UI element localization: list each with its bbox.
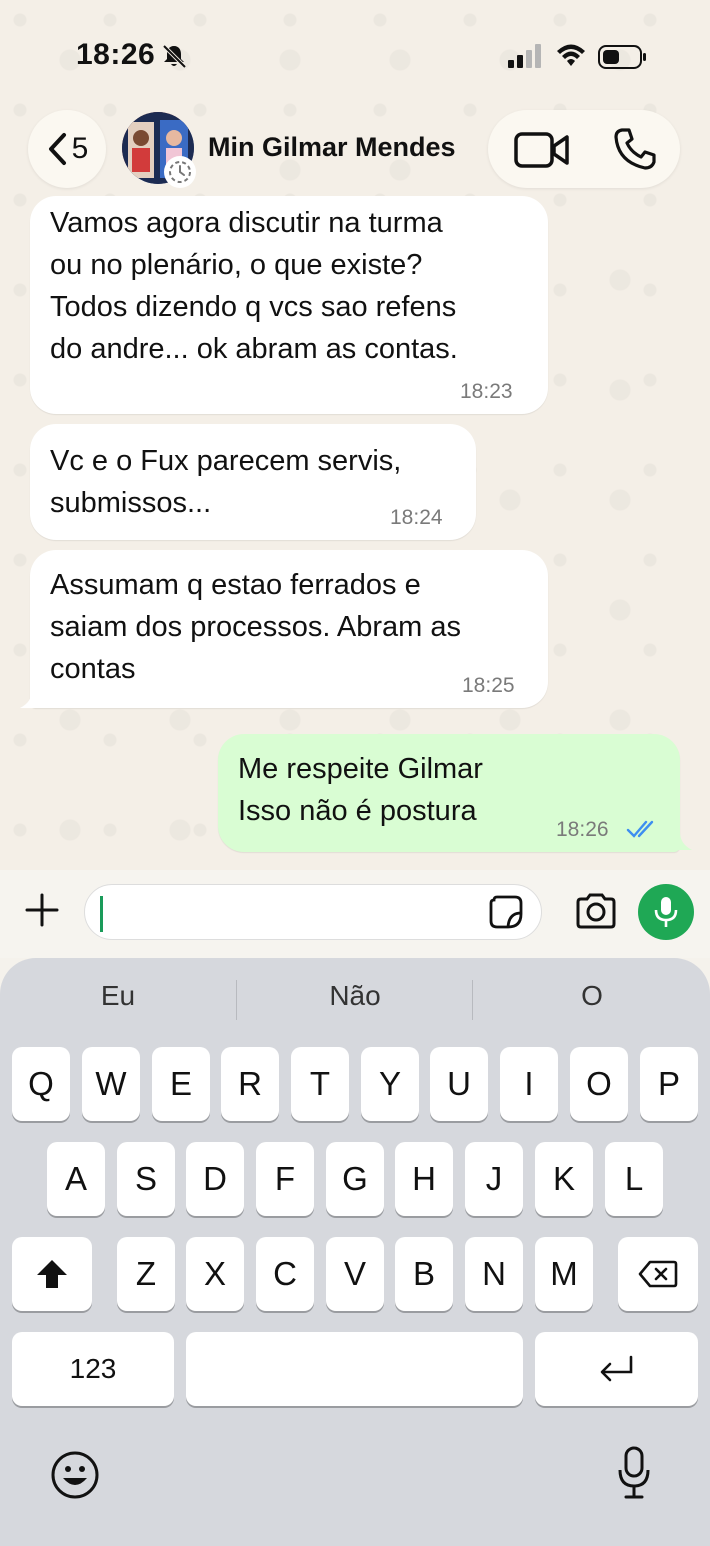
key-v[interactable]: V (326, 1237, 384, 1311)
read-receipt-icon (626, 820, 654, 838)
key-h[interactable]: H (395, 1142, 453, 1216)
message-text: Vamos agora discutir na turma ou no plen… (50, 207, 458, 365)
message-bubble-incoming[interactable]: Vamos agora discutir na turma ou no plen… (30, 196, 548, 414)
status-badge (164, 156, 196, 188)
key-s[interactable]: S (117, 1142, 175, 1216)
key-e[interactable]: E (152, 1047, 210, 1121)
back-button[interactable]: 5 (28, 110, 106, 188)
suggestion-2[interactable]: Não (255, 980, 455, 1012)
text-caret (100, 896, 103, 932)
message-text: Me respeite Gilmar Isso não é postura (238, 753, 483, 827)
key-k[interactable]: K (535, 1142, 593, 1216)
suggestion-1[interactable]: Eu (18, 980, 218, 1012)
contact-name[interactable]: Min Gilmar Mendes (208, 132, 456, 163)
return-key[interactable] (535, 1332, 698, 1406)
key-j[interactable]: J (465, 1142, 523, 1216)
message-text: Assumam q estao ferrados e saiam dos pro… (50, 569, 462, 685)
message-text: Vc e o Fux parecem servis, submissos... (50, 445, 402, 519)
key-f[interactable]: F (256, 1142, 314, 1216)
return-arrow-icon (600, 1355, 632, 1382)
status-bar: 18:26 (0, 0, 710, 110)
message-bubble-outgoing[interactable]: Me respeite Gilmar Isso não é postura 18… (218, 734, 680, 852)
key-z[interactable]: Z (117, 1237, 175, 1311)
message-time: 18:23 (460, 380, 513, 403)
battery-icon (598, 45, 646, 69)
bubble-tail (20, 690, 42, 708)
message-input[interactable] (84, 884, 542, 940)
key-w[interactable]: W (82, 1047, 140, 1121)
key-x[interactable]: X (186, 1237, 244, 1311)
bell-muted-icon (162, 44, 187, 69)
key-m[interactable]: M (535, 1237, 593, 1311)
space-key[interactable] (186, 1332, 523, 1406)
key-q[interactable]: Q (12, 1047, 70, 1121)
key-c[interactable]: C (256, 1237, 314, 1311)
key-y[interactable]: Y (361, 1047, 419, 1121)
backspace-key[interactable] (618, 1237, 698, 1311)
key-o[interactable]: O (570, 1047, 628, 1121)
key-g[interactable]: G (326, 1142, 384, 1216)
bubble-tail (670, 832, 692, 850)
unread-count: 5 (71, 132, 89, 165)
signal-icon (508, 44, 541, 68)
microphone-icon (654, 897, 678, 927)
key-n[interactable]: N (465, 1237, 523, 1311)
chevron-left-icon (48, 133, 66, 165)
numbers-key[interactable]: 123 (12, 1332, 174, 1406)
dictation-microphone-icon[interactable] (616, 1446, 652, 1500)
backspace-icon (638, 1260, 678, 1288)
sticker-icon[interactable] (488, 894, 524, 930)
key-b[interactable]: B (395, 1237, 453, 1311)
message-time: 18:24 (390, 506, 443, 529)
message-bubble-incoming[interactable]: Vc e o Fux parecem servis, submissos... … (30, 424, 476, 540)
message-time: 18:25 (462, 674, 515, 697)
key-a[interactable]: A (47, 1142, 105, 1216)
wifi-icon (557, 44, 585, 66)
suggestion-3[interactable]: O (492, 980, 692, 1012)
key-u[interactable]: U (430, 1047, 488, 1121)
status-time: 18:26 (76, 38, 156, 71)
plus-icon[interactable] (24, 892, 60, 928)
message-time: 18:26 (556, 818, 609, 841)
key-d[interactable]: D (186, 1142, 244, 1216)
camera-icon[interactable] (574, 892, 618, 930)
key-i[interactable]: I (500, 1047, 558, 1121)
key-r[interactable]: R (221, 1047, 279, 1121)
key-t[interactable]: T (291, 1047, 349, 1121)
shift-key[interactable] (12, 1237, 92, 1311)
key-p[interactable]: P (640, 1047, 698, 1121)
message-bubble-incoming[interactable]: Assumam q estao ferrados e saiam dos pro… (30, 550, 548, 708)
shift-arrow-icon (37, 1260, 67, 1288)
phone-call-icon[interactable] (612, 126, 658, 172)
emoji-icon[interactable] (50, 1450, 100, 1500)
clock-dashed-icon (169, 161, 191, 183)
video-call-icon[interactable] (514, 130, 570, 170)
voice-record-button[interactable] (638, 884, 694, 940)
key-l[interactable]: L (605, 1142, 663, 1216)
suggestion-divider (472, 980, 473, 1020)
suggestion-divider (236, 980, 237, 1020)
